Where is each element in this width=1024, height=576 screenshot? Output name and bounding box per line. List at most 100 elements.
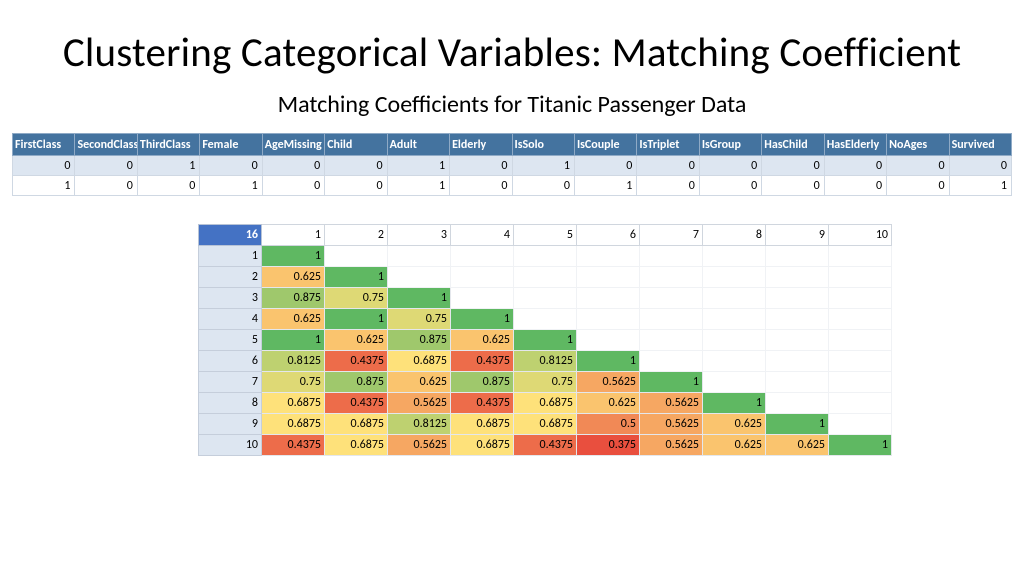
matrix-col-header: 7 [640,225,703,246]
matrix-cell [388,267,451,288]
matrix-wrap: 1612345678910 1120.625130.8750.75140.625… [198,224,838,456]
column-header: NoAges [887,134,949,156]
matrix-cell [640,288,703,309]
matrix-cell [640,351,703,372]
table-cell: 0 [824,156,886,176]
column-header: IsGroup [699,134,761,156]
matrix-row: 60.81250.43750.68750.43750.81251 [199,351,892,372]
matrix-cell: 0.4375 [514,435,577,456]
matrix-cell: 0.625 [388,372,451,393]
matrix-cell: 0.4375 [451,351,514,372]
matrix-cell: 1 [577,351,640,372]
table-cell: 0 [949,156,1011,176]
table-cell: 0 [887,156,949,176]
table-cell: 1 [13,176,75,196]
matrix-cell: 0.625 [451,330,514,351]
table-row: 1001001001000001 [13,176,1012,196]
matrix-cell: 0.625 [262,309,325,330]
matrix-cell [766,393,829,414]
matrix-row-header: 7 [199,372,262,393]
column-header: SecondClass [75,134,137,156]
matrix-cell: 0.6875 [262,414,325,435]
matrix-cell: 0.6875 [514,414,577,435]
table-cell: 0 [262,176,324,196]
table-cell: 0 [762,176,824,196]
column-header: IsCouple [574,134,636,156]
matrix-body: 1120.625130.8750.75140.62510.751510.6250… [199,246,892,456]
column-header: HasChild [762,134,824,156]
matrix-cell [577,267,640,288]
table-row: 0010001010000000 [13,156,1012,176]
table-cell: 0 [325,156,387,176]
matrix-cell [703,372,766,393]
matrix-cell [577,330,640,351]
matrix-cell [703,309,766,330]
matrix-cell: 0.75 [325,288,388,309]
matrix-cell: 1 [514,330,577,351]
matrix-cell [514,267,577,288]
table-cell: 0 [450,156,512,176]
matrix-cell: 0.625 [577,393,640,414]
table-cell: 0 [137,176,199,196]
matrix-cell [577,288,640,309]
matrix-cell: 0.75 [262,372,325,393]
matrix-cell: 0.6875 [451,414,514,435]
matrix-cell [703,351,766,372]
matrix-row-header: 1 [199,246,262,267]
table-cell: 1 [387,176,449,196]
sample-table-body: 00100010100000001001001001000001 [13,156,1012,196]
matrix-row-header: 2 [199,267,262,288]
matrix-row: 100.43750.68750.56250.68750.43750.3750.5… [199,435,892,456]
matrix-row: 20.6251 [199,267,892,288]
table-cell: 0 [325,176,387,196]
matrix-cell [703,246,766,267]
table-cell: 0 [637,176,699,196]
table-cell: 0 [450,176,512,196]
matrix-col-header: 5 [514,225,577,246]
table-cell: 0 [887,176,949,196]
column-header: Survived [949,134,1011,156]
matrix-cell: 0.8125 [388,414,451,435]
matrix-cell: 0.875 [388,330,451,351]
matrix-cell: 0.625 [325,330,388,351]
matrix-cell [829,309,892,330]
matrix-header-row: 1612345678910 [199,225,892,246]
table-cell: 0 [637,156,699,176]
matrix-cell: 1 [325,267,388,288]
matrix-cell [829,393,892,414]
matrix-cell [766,288,829,309]
matrix-col-header: 4 [451,225,514,246]
matrix-cell: 0.75 [388,309,451,330]
matrix-cell: 0.6875 [262,393,325,414]
matrix-cell: 1 [766,414,829,435]
matrix-cell: 0.5625 [640,414,703,435]
matrix-row: 80.68750.43750.56250.43750.68750.6250.56… [199,393,892,414]
table-cell: 0 [75,176,137,196]
matrix-cell: 0.875 [325,372,388,393]
table-cell: 0 [512,176,574,196]
matrix-cell [829,246,892,267]
matrix-cell [829,414,892,435]
matrix-cell: 1 [388,288,451,309]
matrix-cell: 1 [829,435,892,456]
matrix-cell [451,267,514,288]
matrix-row: 11 [199,246,892,267]
matrix-cell [640,309,703,330]
page-title: Clustering Categorical Variables: Matchi… [6,28,1018,78]
column-header: AgeMissing [262,134,324,156]
matrix-cell [703,288,766,309]
table-cell: 1 [387,156,449,176]
matrix-cell [451,288,514,309]
matrix-cell: 0.75 [514,372,577,393]
column-header: Child [325,134,387,156]
matrix-cell [829,330,892,351]
sample-table-wrap: FirstClassSecondClassThirdClassFemaleAge… [12,133,1012,196]
matrix-cell [703,267,766,288]
matrix-cell [766,309,829,330]
matrix-cell: 0.8125 [262,351,325,372]
matrix-head: 1612345678910 [199,225,892,246]
matrix-row-header: 5 [199,330,262,351]
matrix-cell: 0.5625 [640,393,703,414]
matrix-cell [703,330,766,351]
matrix-cell: 0.4375 [325,351,388,372]
